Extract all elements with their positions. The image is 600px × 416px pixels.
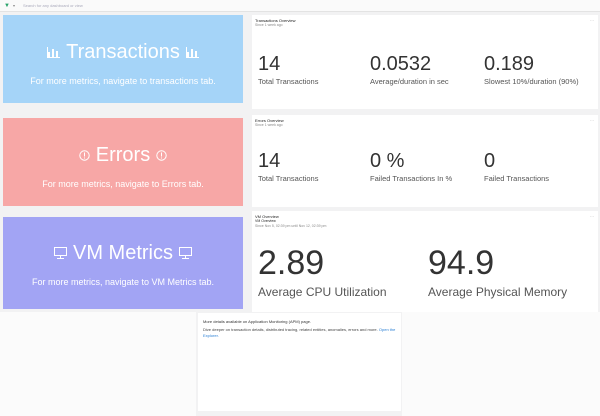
transactions-tile[interactable]: Transactions For more metrics, navigate …: [3, 15, 243, 103]
errors-tile-title: Errors: [95, 144, 151, 166]
vm-tile-title: VM Metrics: [73, 242, 173, 264]
panel-since: Since Nov 5, 02:39 pm until Nov 12, 02:3…: [255, 224, 327, 228]
panel-menu-icon[interactable]: ⋯: [590, 118, 594, 123]
metric-label: Total Transactions: [258, 77, 319, 86]
empty-area-right: [402, 312, 600, 416]
monitor-icon: [54, 247, 67, 259]
metric-label: Average Physical Memory: [428, 285, 568, 299]
panel-menu-icon[interactable]: ⋯: [590, 18, 594, 23]
metric-value: 2.89: [258, 244, 325, 282]
metric-cpu-utilization: 2.89 Average CPU Utilization: [258, 245, 387, 299]
apm-info-panel: More details available on Application Mo…: [198, 313, 401, 411]
metric-total-transactions: 14 Total Transactions: [258, 53, 318, 86]
transactions-tile-subtitle: For more metrics, navigate to transactio…: [30, 76, 216, 86]
alert-circle-icon: [156, 149, 167, 161]
alert-circle-icon: [79, 149, 90, 161]
metric-total-transactions: 14 Total Transactions: [258, 150, 318, 183]
metric-value: 94.9: [428, 244, 495, 282]
info-body-text: Dive deeper on transaction details, dist…: [203, 327, 378, 332]
metric-label: Failed Transactions: [484, 174, 550, 183]
bar-chart-icon: [47, 46, 61, 58]
metric-failed-transactions: 0 Failed Transactions: [484, 150, 549, 183]
metric-value: 14: [258, 150, 281, 172]
panel-menu-icon[interactable]: ⋯: [590, 214, 594, 219]
errors-overview-panel: Errors Overview Since 1 week ago ⋯ 14 To…: [252, 115, 598, 207]
info-title: More details available on Application Mo…: [203, 319, 312, 324]
metric-value: 14: [258, 53, 281, 75]
panel-subtitle: VM Overview: [255, 219, 276, 223]
metric-failed-percent: 0 % Failed Transactions In %: [370, 150, 452, 183]
vm-metrics-tile[interactable]: VM Metrics For more metrics, navigate to…: [3, 217, 243, 309]
search-input[interactable]: Search for any dashboard or view: [23, 3, 83, 8]
errors-tile[interactable]: Errors For more metrics, navigate to Err…: [3, 118, 243, 206]
vm-tile-title-row: VM Metrics: [3, 242, 243, 264]
transactions-tile-title: Transactions: [66, 41, 180, 63]
empty-area-left: [0, 312, 196, 416]
chevron-down-icon[interactable]: ▾: [13, 3, 15, 8]
panel-since: Since 1 week ago: [255, 123, 283, 127]
panel-since: Since 1 week ago: [255, 23, 283, 27]
metric-label: Slowest 10%/duration (90%): [484, 77, 579, 86]
transactions-tile-title-row: Transactions: [3, 41, 243, 63]
metric-label: Total Transactions: [258, 174, 319, 183]
monitor-icon: [179, 247, 192, 259]
metric-label: Failed Transactions In %: [370, 174, 453, 183]
metric-value: 0: [484, 150, 496, 172]
app-logo-icon[interactable]: ▼: [4, 3, 10, 9]
bar-chart-icon: [185, 46, 199, 58]
metric-label: Average/duration in sec: [370, 77, 449, 86]
metric-average-duration: 0.0532 Average/duration in sec: [370, 53, 449, 86]
vm-overview-panel: VM Overview VM Overview Since Nov 5, 02:…: [252, 211, 598, 312]
metric-value: 0 %: [370, 150, 405, 172]
vm-tile-subtitle: For more metrics, navigate to VM Metrics…: [31, 277, 215, 287]
metric-value: 0.0532: [370, 53, 432, 75]
metric-label: Average CPU Utilization: [258, 285, 387, 299]
errors-tile-title-row: Errors: [3, 144, 243, 166]
metric-physical-memory: 94.9 Average Physical Memory: [428, 245, 567, 299]
metric-value: 0.189: [484, 53, 535, 75]
top-bar: ▼ ▾ Search for any dashboard or view: [0, 0, 600, 12]
metric-slowest-duration: 0.189 Slowest 10%/duration (90%): [484, 53, 579, 86]
errors-tile-subtitle: For more metrics, navigate to Errors tab…: [42, 179, 204, 189]
info-body: Dive deeper on transaction details, dist…: [203, 327, 398, 338]
transactions-overview-panel: Transactions Overview Since 1 week ago ⋯…: [252, 15, 598, 109]
